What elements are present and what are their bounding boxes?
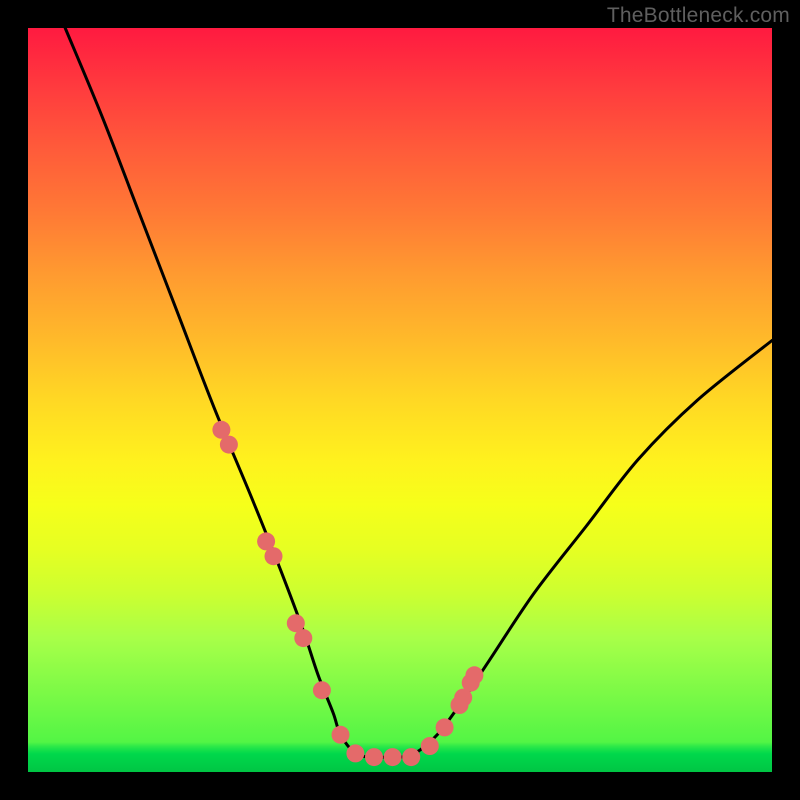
bottleneck-curve [65, 28, 772, 757]
highlight-marker [365, 748, 383, 766]
highlight-marker [384, 748, 402, 766]
highlight-marker [402, 748, 420, 766]
highlight-marker [313, 681, 331, 699]
chart-frame: TheBottleneck.com [0, 0, 800, 800]
plot-area [28, 28, 772, 772]
highlight-marker [436, 718, 454, 736]
highlight-marker [294, 629, 312, 647]
watermark-text: TheBottleneck.com [607, 4, 790, 28]
highlight-marker [421, 737, 439, 755]
highlight-marker [332, 726, 350, 744]
highlight-marker [220, 436, 238, 454]
highlight-marker [465, 666, 483, 684]
highlight-marker [265, 547, 283, 565]
chart-overlay [28, 28, 772, 772]
highlight-marker [346, 744, 364, 762]
highlight-markers [212, 421, 483, 766]
